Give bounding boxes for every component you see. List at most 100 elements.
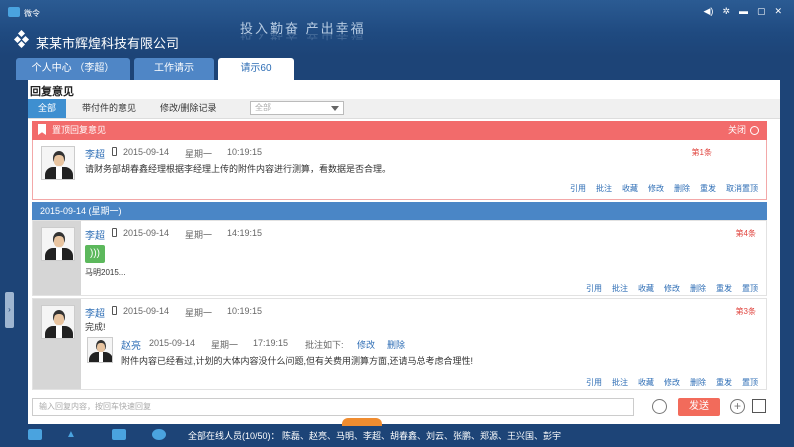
annotation-text: 附件内容已经看过,计划的大体内容没什么问题,但有关费用测算方面,还请马总考虑合理…: [121, 356, 474, 366]
emoji-icon[interactable]: [652, 399, 667, 414]
reply-input[interactable]: 输入回复内容，按回车快速回复: [32, 398, 634, 416]
avatar: [41, 305, 75, 339]
panel-toggle-handle[interactable]: ›: [5, 292, 14, 328]
bookmark-icon: [38, 124, 46, 135]
annotate-action[interactable]: 批注: [596, 183, 612, 194]
edit-icon[interactable]: [752, 399, 766, 413]
annotate-action[interactable]: 批注: [612, 283, 628, 294]
delete-action[interactable]: 删除: [674, 183, 690, 194]
close-icon[interactable]: ✕: [774, 6, 782, 17]
voice-message-icon[interactable]: ))): [85, 245, 105, 263]
message-text: 请财务部胡春鑫经理根据李经理上传的附件内容进行测算，看数据是否合理。: [85, 164, 392, 174]
main-content: 回复意见 全部 带付件的意见 修改/删除记录 全部 置顶回复意见 关闭 李超 2…: [28, 80, 780, 424]
message-time: 14:19:15: [227, 228, 263, 238]
minimize-icon[interactable]: ▬: [739, 6, 748, 17]
expand-handle[interactable]: [342, 418, 382, 426]
tab-request-60[interactable]: 请示60: [218, 58, 294, 80]
subtab-edit-log[interactable]: 修改/删除记录: [160, 99, 217, 118]
sender-name[interactable]: 李超: [85, 227, 105, 242]
quote-action[interactable]: 引用: [586, 377, 602, 388]
settings-icon[interactable]: ✲: [722, 6, 730, 17]
message-weekday: 星期一: [185, 230, 213, 240]
unpin-action[interactable]: 取消置顶: [726, 183, 758, 194]
company-name: 某某市辉煌科技有限公司: [36, 36, 180, 51]
edit-action[interactable]: 修改: [664, 377, 680, 388]
message-actions: 引用 批注 收藏 修改 删除 重发 置顶: [586, 377, 758, 388]
phone-icon: [112, 306, 117, 315]
close-pinned-button[interactable]: 关闭: [728, 121, 759, 140]
bell-icon[interactable]: ▲: [66, 429, 80, 440]
mail-icon[interactable]: [28, 429, 42, 440]
app-name: 微令: [24, 9, 40, 18]
message-item: 李超 2015-09-14 星期一 14:19:15 第4条 ))) 马明201…: [32, 220, 767, 296]
message-actions: 引用 批注 收藏 修改 删除 重发 置顶: [586, 283, 758, 294]
window-controls: ◀) ✲ ▬ ▢ ✕: [703, 6, 782, 17]
pinned-label: 置顶回复意见: [52, 125, 107, 135]
avatar: [41, 227, 75, 261]
avatar-column: [33, 221, 81, 295]
annotate-action[interactable]: 批注: [612, 377, 628, 388]
close-pinned-label: 关闭: [727, 125, 746, 135]
resend-action[interactable]: 重发: [716, 377, 732, 388]
page-title: 回复意见: [30, 86, 74, 98]
resend-action[interactable]: 重发: [716, 283, 732, 294]
phone-icon: [112, 147, 117, 156]
subtab-all[interactable]: 全部: [28, 99, 67, 118]
message-date: 2015-09-14: [123, 228, 170, 238]
favorite-action[interactable]: 收藏: [622, 183, 638, 194]
maximize-icon[interactable]: ▢: [757, 6, 766, 17]
annotation-delete-link[interactable]: 删除: [387, 338, 405, 351]
sender-name[interactable]: 李超: [85, 146, 105, 161]
resend-action[interactable]: 重发: [700, 183, 716, 194]
send-button[interactable]: 发送: [678, 398, 720, 416]
subtab-attached[interactable]: 带付件的意见: [82, 99, 136, 118]
chat-icon[interactable]: [152, 429, 166, 440]
floor-number: 第3条: [735, 307, 756, 316]
main-tabs: 个人中心 （李超） 工作请示 请示60: [0, 56, 794, 80]
message-weekday: 星期一: [185, 308, 213, 318]
annotator-name[interactable]: 赵亮: [121, 337, 141, 352]
annotator-avatar: [87, 337, 113, 363]
avatar-column: [33, 299, 81, 389]
add-icon[interactable]: +: [730, 399, 745, 414]
pin-action[interactable]: 置顶: [742, 377, 758, 388]
quote-action[interactable]: 引用: [586, 283, 602, 294]
floor-number: 第4条: [735, 229, 756, 238]
favorite-action[interactable]: 收藏: [638, 283, 654, 294]
company-logo-icon: [14, 30, 30, 48]
annotation-date: 2015-09-14: [149, 338, 196, 348]
filter-select-value: 全部: [255, 103, 271, 112]
annotation-edit-link[interactable]: 修改: [357, 338, 375, 351]
floor-number: 第1条: [691, 148, 712, 157]
date-header: 2015-09-14 (星期一): [32, 202, 767, 220]
filter-select[interactable]: 全部: [250, 101, 344, 115]
chevron-down-icon: [331, 106, 339, 111]
message-time: 10:19:15: [227, 147, 263, 157]
favorite-action[interactable]: 收藏: [638, 377, 654, 388]
pinned-message: 李超 2015-09-14 星期一 10:19:15 第1条 请财务部胡春鑫经理…: [32, 140, 767, 200]
right-panel: [780, 80, 794, 424]
edit-action[interactable]: 修改: [648, 183, 664, 194]
sender-name[interactable]: 李超: [85, 305, 105, 320]
quote-action[interactable]: 引用: [570, 183, 586, 194]
message-weekday: 星期一: [185, 149, 213, 159]
app-icon: [8, 7, 20, 17]
online-users: 全部在线人员(10/50)： 陈磊、赵亮、马明、李超、胡春鑫、刘云、张鹏、郑源、…: [188, 431, 562, 441]
edit-action[interactable]: 修改: [664, 283, 680, 294]
message-actions: 引用 批注 收藏 修改 删除 重发 取消置顶: [570, 183, 758, 194]
phone-icon: [112, 228, 117, 237]
annotation-label: 批注如下:: [305, 340, 344, 350]
sound-icon[interactable]: ◀): [703, 6, 713, 17]
contacts-icon[interactable]: [112, 429, 126, 440]
slogan-reflection: 投入勤奋 产出幸福: [240, 34, 366, 44]
title-bar: 微令 某某市辉煌科技有限公司 投入勤奋 产出幸福 投入勤奋 产出幸福 ◀) ✲ …: [0, 0, 794, 56]
tab-personal-center[interactable]: 个人中心 （李超）: [16, 58, 130, 80]
voice-caption: 马明2015...: [85, 268, 126, 277]
status-bar: ▲ 全部在线人员(10/50)： 陈磊、赵亮、马明、李超、胡春鑫、刘云、张鹏、郑…: [0, 418, 794, 447]
delete-action[interactable]: 删除: [690, 377, 706, 388]
message-time: 10:19:15: [227, 306, 263, 316]
pin-action[interactable]: 置顶: [742, 283, 758, 294]
message-text: 完成!: [85, 322, 106, 332]
delete-action[interactable]: 删除: [690, 283, 706, 294]
tab-work-request[interactable]: 工作请示: [134, 58, 214, 80]
